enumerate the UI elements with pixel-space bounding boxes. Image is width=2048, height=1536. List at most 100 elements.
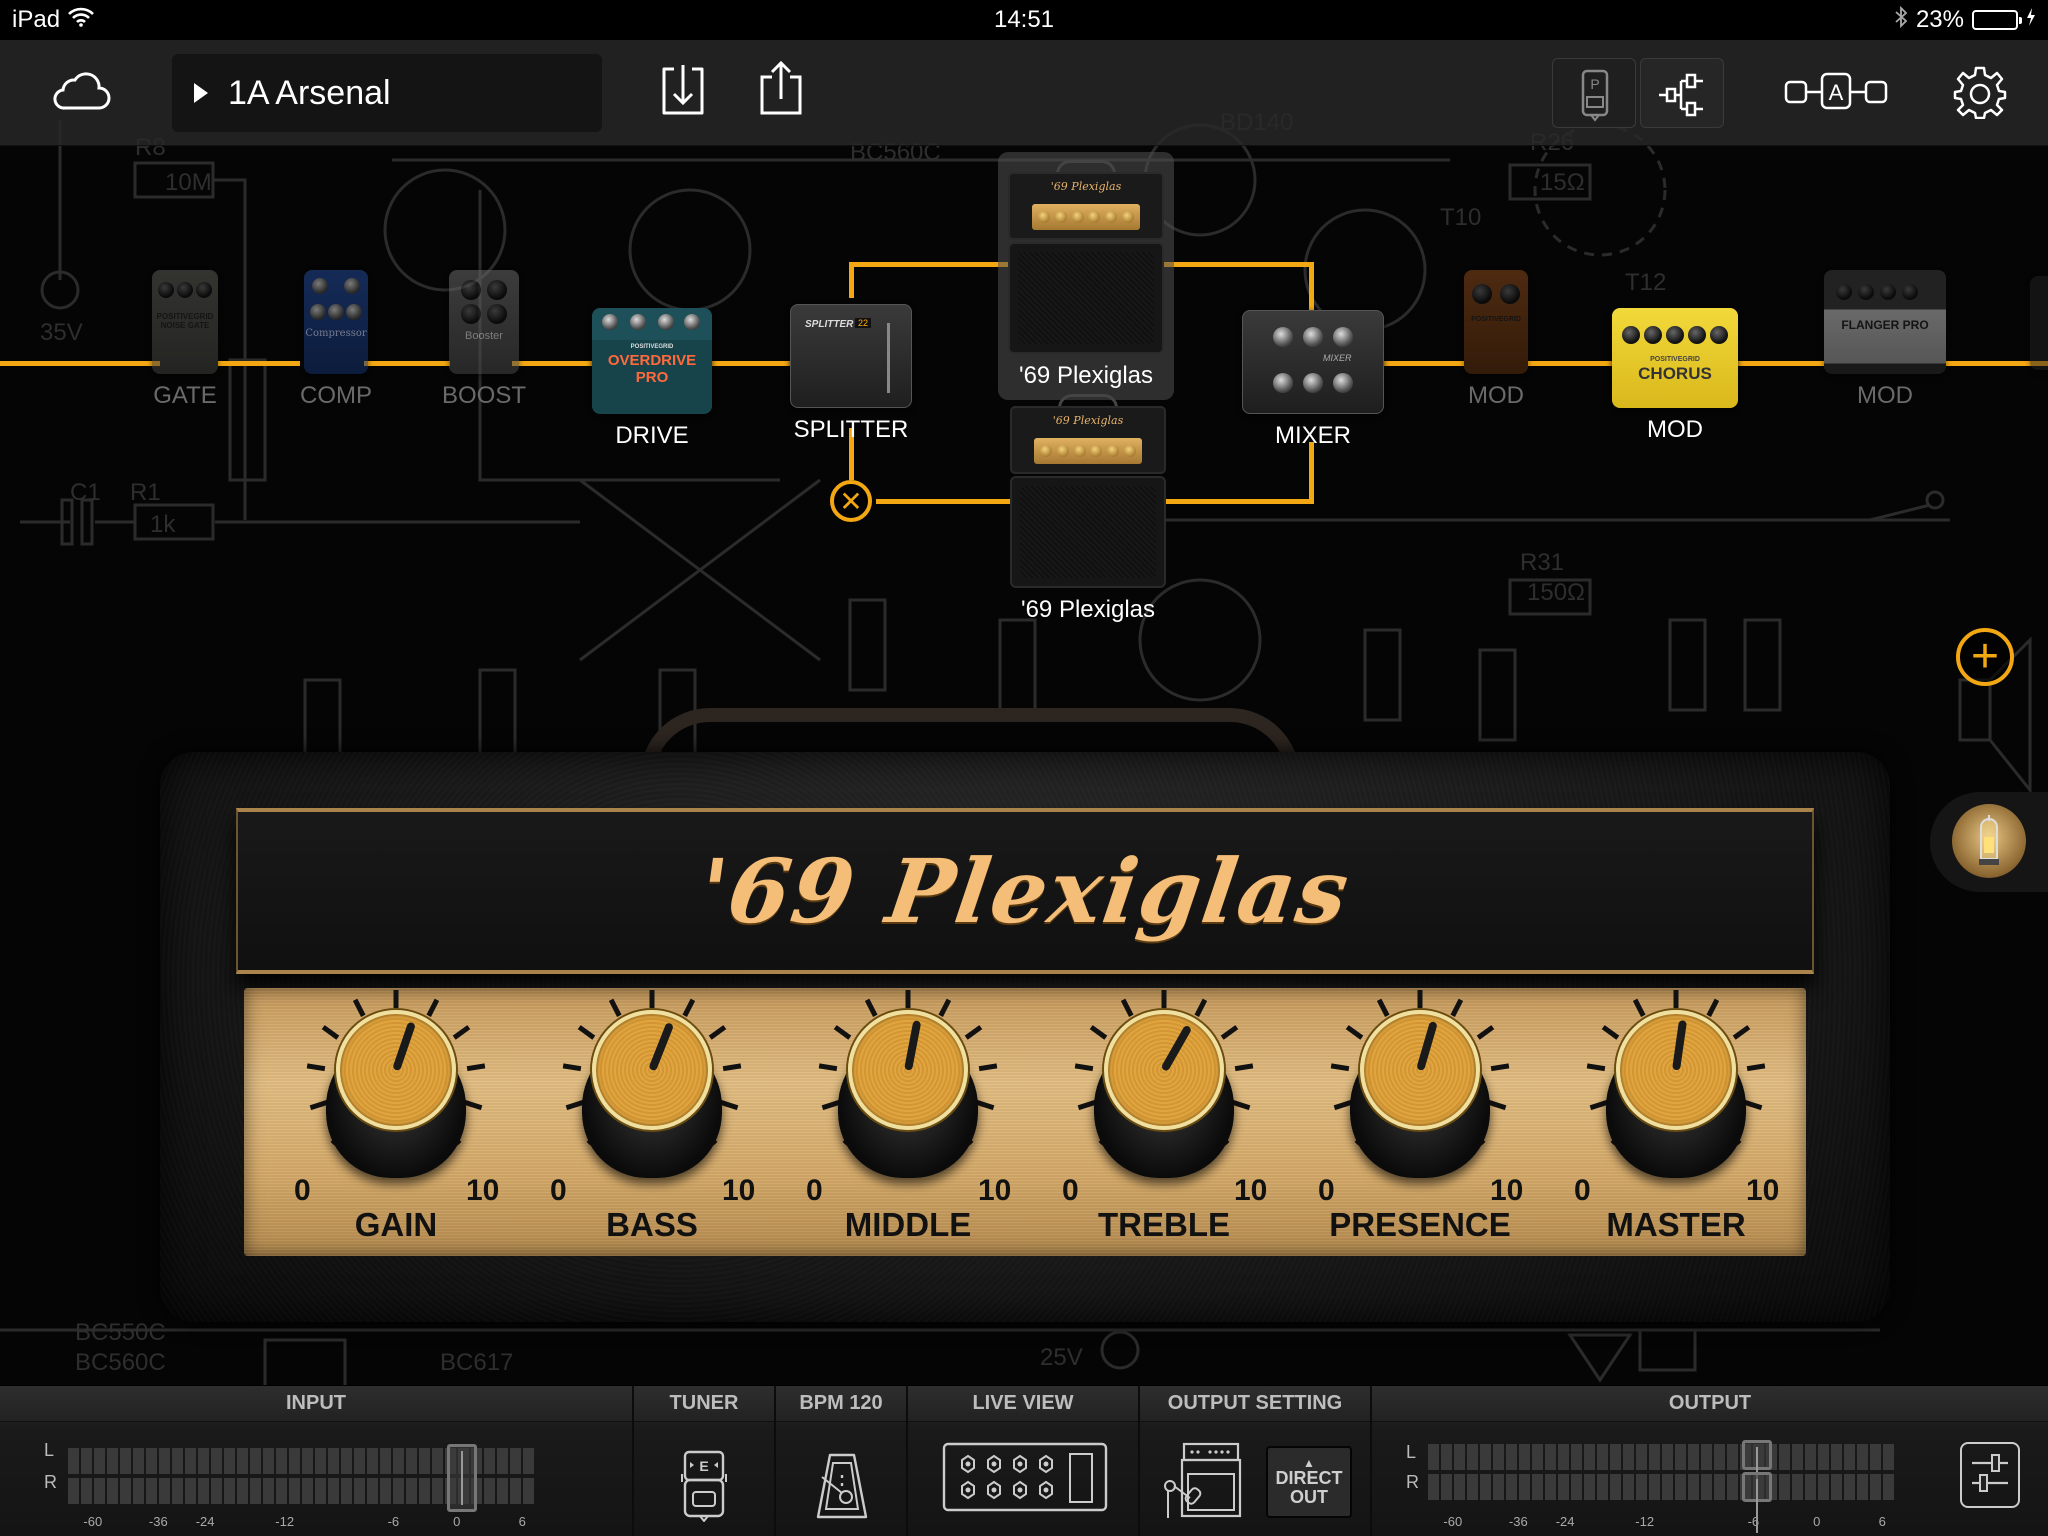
meter-segment [419, 1448, 430, 1474]
meter-segment [120, 1478, 131, 1504]
knob-control[interactable] [838, 1010, 978, 1178]
chain-block-mod-1[interactable]: POSITIVEGRID MOD [1464, 270, 1528, 410]
meter-segment [1467, 1474, 1478, 1500]
metronome-button[interactable] [810, 1450, 874, 1526]
knob-control[interactable] [582, 1010, 722, 1178]
scale-label: 6 [518, 1514, 526, 1529]
knob-control[interactable] [326, 1010, 466, 1178]
input-header: INPUT [0, 1386, 632, 1422]
bluetooth-icon [1894, 5, 1908, 35]
output-level-meter: L R -60 -36 -24 -12 -6 0 6 [1372, 1422, 1972, 1536]
output-setting-header: OUTPUT SETTING [1140, 1386, 1370, 1422]
knob-control[interactable] [1350, 1010, 1490, 1178]
meter-segment [367, 1448, 378, 1474]
direct-out-label-line1: DIRECT [1275, 1468, 1343, 1489]
amp-head: '69 Plexiglas 0 10 GAIN 0 10 BASS 0 10 MIDDLE 0 10… [160, 708, 1890, 1322]
meter-segment [1454, 1474, 1465, 1500]
meter-segment [497, 1478, 508, 1504]
output-fader-right[interactable] [1741, 1472, 1772, 1533]
meter-segment [185, 1478, 196, 1504]
meter-segment [1428, 1474, 1439, 1500]
meter-segment [211, 1478, 222, 1504]
chain-block-offscreen[interactable] [2030, 276, 2048, 370]
chain-block-boost[interactable]: Booster BOOST [442, 270, 526, 410]
input-gain-fader[interactable] [447, 1444, 478, 1512]
knob-tick [978, 1063, 998, 1072]
share-preset-button[interactable] [758, 60, 804, 122]
knob-presence: 0 10 PRESENCE [1290, 988, 1550, 1256]
meter-segment [380, 1478, 391, 1504]
remove-path-button[interactable]: ✕ [830, 480, 872, 522]
meter-segment [1597, 1444, 1608, 1470]
cloud-icon [51, 68, 111, 117]
scale-label: 0 [453, 1514, 461, 1529]
cloud-button[interactable] [48, 64, 114, 120]
chain-block-amp-b[interactable]: '69 Plexiglas '69 Plexiglas [1010, 394, 1166, 624]
chain-block-mixer[interactable]: MIXER MIXER [1242, 310, 1384, 450]
live-view-header: LIVE VIEW [908, 1386, 1138, 1422]
wifi-icon [68, 6, 94, 34]
divider [906, 1386, 908, 1536]
knob-max-label: 10 [466, 1174, 500, 1207]
download-icon [660, 63, 706, 122]
meter-segment [1649, 1474, 1660, 1500]
chain-block-splitter[interactable]: SPLITTER 22 SPLITTER [790, 304, 912, 444]
meter-segment [1779, 1474, 1790, 1500]
chain-block-drive[interactable]: POSITIVEGRID OVERDRIVE PRO DRIVE [592, 308, 712, 450]
meter-segment [1545, 1474, 1556, 1500]
block-label: MOD [1468, 382, 1524, 409]
meter-segment [315, 1448, 326, 1474]
output-setting-button[interactable] [1160, 1442, 1242, 1523]
meter-segment [1532, 1444, 1543, 1470]
direct-out-button[interactable]: ▲ DIRECT OUT [1266, 1446, 1352, 1518]
knob-gain: 0 10 GAIN [266, 988, 526, 1256]
tuner-button[interactable]: E [672, 1450, 736, 1526]
footswitch-board-icon [942, 1442, 1108, 1519]
meter-segment [1545, 1444, 1556, 1470]
chain-block-comp[interactable]: Compressor COMP [300, 270, 372, 410]
scale-label: -60 [83, 1514, 103, 1529]
meter-segment [185, 1448, 196, 1474]
meter-segment [406, 1448, 417, 1474]
knob-tick [1487, 1099, 1507, 1111]
bpm-header: BPM 120 [776, 1386, 906, 1422]
ab-compare-button[interactable]: A [1784, 66, 1888, 120]
knob-max-label: 10 [978, 1174, 1012, 1207]
chain-block-amp-a[interactable]: '69 Plexiglas '69 Plexiglas [998, 152, 1174, 400]
knob-pointer [392, 1021, 416, 1072]
mini-amp-icon: '69 Plexiglas [1010, 394, 1166, 588]
add-block-button[interactable]: + [1956, 628, 2014, 686]
output-fader-left[interactable] [1741, 1440, 1772, 1501]
settings-button[interactable] [1950, 64, 2010, 124]
signal-chain-view-button[interactable] [1640, 58, 1724, 128]
live-view-button[interactable] [942, 1442, 1108, 1519]
chain-block-chorus[interactable]: POSITIVEGRID CHORUS MOD [1612, 308, 1738, 444]
meter-segment [1688, 1474, 1699, 1500]
share-icon [758, 60, 804, 122]
preset-name: 1A Arsenal [228, 73, 391, 112]
knob-min-label: 0 [294, 1174, 311, 1207]
amp-tube-button[interactable] [1952, 804, 2026, 878]
meter-segment [1727, 1474, 1738, 1500]
chain-block-gate[interactable]: POSITIVEGRID NOISE GATE GATE [152, 270, 218, 410]
clock: 14:51 [993, 6, 1055, 33]
meter-segment [1831, 1474, 1842, 1500]
svg-text:25V: 25V [1040, 1344, 1083, 1371]
meter-segment [354, 1448, 365, 1474]
output-mixer-button[interactable] [1960, 1442, 2020, 1508]
meter-segment [1558, 1444, 1569, 1470]
meter-segment [159, 1478, 170, 1504]
pedalboard-view-button[interactable]: P [1552, 58, 1636, 128]
save-preset-button[interactable] [660, 64, 706, 120]
meter-segment [81, 1448, 92, 1474]
input-level-meter: L R -60 -36 -24 -12 -6 0 6 [0, 1422, 632, 1536]
meter-segment [94, 1478, 105, 1504]
meter-segment [1662, 1444, 1673, 1470]
amp-mic-icon [1160, 1442, 1242, 1523]
chain-block-flanger[interactable]: FLANGER PRO MOD [1824, 270, 1946, 410]
preset-selector[interactable]: 1A Arsenal [172, 54, 602, 132]
knob-control[interactable] [1094, 1010, 1234, 1178]
knob-control[interactable] [1606, 1010, 1746, 1178]
device-name: iPad [12, 6, 61, 33]
meter-segment [1714, 1444, 1725, 1470]
